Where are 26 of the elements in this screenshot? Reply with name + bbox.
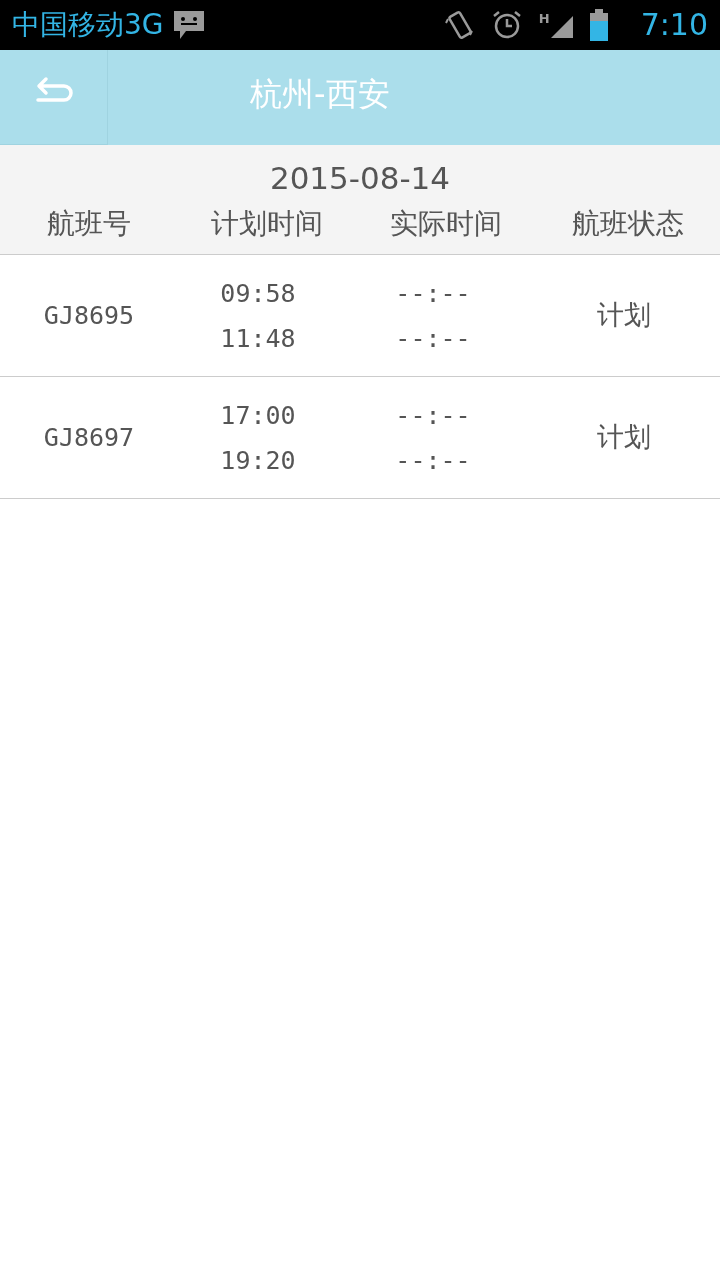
column-header: 航班号 [47,210,131,238]
flight-number: GJ8695 [43,299,135,332]
planned-time: 17:00 [220,402,296,428]
actual-time: --:-- [395,280,471,306]
flight-status: 计划 [597,298,651,333]
battery-icon [588,9,609,41]
flight-row[interactable]: GJ8697 17:00 19:20 --:-- --:-- 计划 [0,377,720,499]
actual-time: --:-- [395,447,471,473]
planned-time: 19:20 [220,447,296,473]
flight-date: 2015-08-14 [269,163,451,194]
planned-time: 09:58 [220,280,296,306]
network-type-label: H [538,12,550,25]
vibrate-icon [444,9,475,41]
column-header: 航班状态 [572,210,684,238]
flight-row[interactable]: GJ8695 09:58 11:48 --:-- --:-- 计划 [0,255,720,377]
flight-status: 计划 [597,420,651,455]
carrier-name: 中国移动3G [12,11,164,39]
page-title: 杭州-西安 [250,78,390,110]
planned-time: 11:48 [220,325,296,351]
message-icon [171,9,206,41]
column-header: 实际时间 [390,210,502,238]
column-header: 计划时间 [211,210,323,238]
clock-time: 7:10 [640,10,708,40]
actual-time: --:-- [395,325,471,351]
flight-number: GJ8697 [43,421,135,454]
actual-time: --:-- [395,402,471,428]
